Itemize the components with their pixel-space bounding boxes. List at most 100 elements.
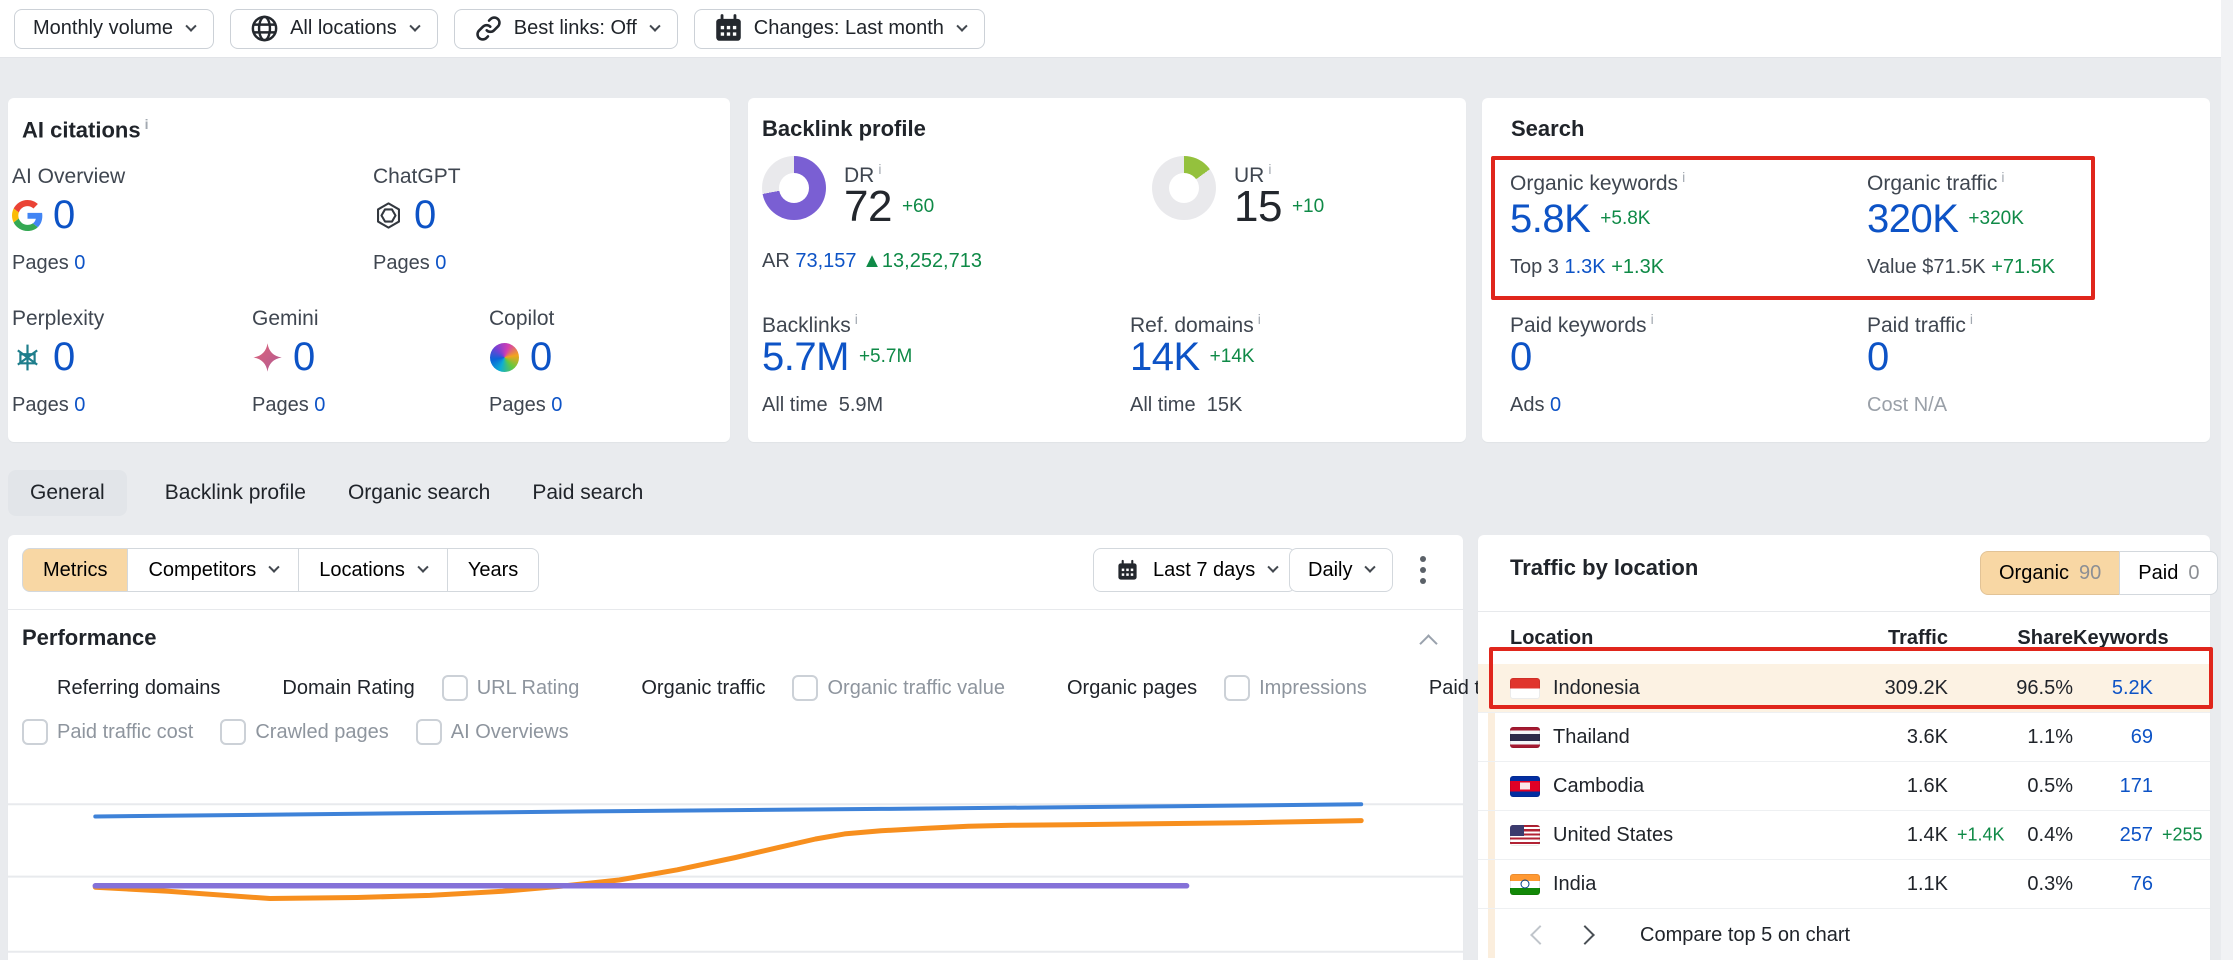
organic-keywords-value-link[interactable]: 5.8K [1510, 197, 1590, 242]
chevron-down-icon [409, 20, 420, 31]
ar-value-link[interactable]: 73,157 [795, 250, 856, 272]
kebab-menu-icon[interactable] [1406, 548, 1440, 592]
metric-crawled-pages[interactable]: Crawled pages [220, 719, 388, 745]
metric-domain-rating[interactable]: Domain Rating [247, 675, 414, 701]
table-row-india[interactable]: India 1.1K 0.3% 76 [1478, 860, 2210, 909]
paid-traffic-stat: Paid traffic 0 Cost N/A [1867, 304, 1973, 417]
compare-top5-link[interactable]: Compare top 5 on chart [1640, 924, 1850, 947]
copilot-value[interactable]: 0 [530, 335, 552, 380]
segment-metrics[interactable]: Metrics [22, 548, 128, 592]
checkbox-icon [220, 719, 246, 745]
chatgpt-value[interactable]: 0 [414, 193, 436, 238]
segment-competitors[interactable]: Competitors [127, 548, 299, 592]
scrollbar-track[interactable] [2221, 0, 2233, 960]
toggle-paid[interactable]: Paid0 [2119, 551, 2218, 595]
ai-overview-value[interactable]: 0 [53, 193, 75, 238]
changes-filter[interactable]: Changes: Last month [694, 9, 985, 49]
pages-count-link[interactable]: 0 [551, 394, 562, 416]
organic-traffic-value-link[interactable]: 320K [1867, 197, 1958, 242]
ur-delta: +10 [1292, 196, 1324, 218]
info-icon[interactable] [1651, 311, 1654, 327]
collapse-chevron-up-icon[interactable] [1419, 634, 1437, 652]
keywords-link[interactable]: 69 [2073, 726, 2153, 749]
traffic-value: 1.6K [1798, 775, 1948, 798]
metric-referring-domains[interactable]: Referring domains [22, 675, 220, 701]
info-icon[interactable] [878, 161, 881, 177]
info-icon[interactable] [1268, 161, 1271, 177]
paid-keywords-value-link[interactable]: 0 [1510, 335, 1532, 380]
pages-count-link[interactable]: 0 [314, 394, 325, 416]
locations-filter[interactable]: All locations [230, 9, 438, 49]
top3-value-link[interactable]: 1.3K [1565, 256, 1606, 278]
gemini-value[interactable]: 0 [293, 335, 315, 380]
info-icon[interactable] [1682, 169, 1685, 185]
metric-organic-traffic-value[interactable]: Organic traffic value [792, 675, 1005, 701]
dr-delta: +60 [902, 196, 934, 218]
keywords-cell: 257+255 [2073, 824, 2153, 847]
share-value: 0.5% [1948, 775, 2073, 798]
link-icon [473, 13, 504, 44]
segment-years[interactable]: Years [447, 548, 539, 592]
location-table-header: Location Traffic Share Keywords [1478, 621, 2210, 655]
traffic-value: 309.2K [1798, 677, 1948, 700]
tab-organic-search[interactable]: Organic search [344, 481, 494, 505]
pages-count-link[interactable]: 0 [74, 252, 85, 274]
ref-domains-value-link[interactable]: 14K [1130, 335, 1200, 380]
performance-line-chart[interactable] [8, 755, 1463, 960]
chart-mode-segments: Metrics Competitors Locations Years [22, 548, 539, 592]
info-icon[interactable] [1258, 311, 1261, 327]
tab-general[interactable]: General [8, 470, 127, 516]
granularity-button[interactable]: Daily [1289, 548, 1393, 592]
paid-traffic-value-link[interactable]: 0 [1867, 335, 1889, 380]
best-links-filter[interactable]: Best links: Off [454, 9, 678, 49]
keywords-link[interactable]: 257 [2120, 824, 2153, 846]
metric-url-rating[interactable]: URL Rating [442, 675, 580, 701]
keywords-link[interactable]: 5.2K [2073, 677, 2153, 700]
table-row-indonesia[interactable]: Indonesia 309.2K 96.5% 5.2K [1478, 664, 2210, 713]
perplexity-value[interactable]: 0 [53, 335, 75, 380]
ads-count-link[interactable]: 0 [1550, 394, 1561, 416]
performance-title: Performance [22, 625, 157, 651]
metric-paid-traffic-cost[interactable]: Paid traffic cost [22, 719, 193, 745]
metric-organic-pages[interactable]: Organic pages [1032, 675, 1197, 701]
backlinks-stat: Backlinks 5.7M+5.7M All time 5.9M [762, 304, 912, 417]
location-table-body: Indonesia 309.2K 96.5% 5.2K Thailand 3.6… [1478, 664, 2210, 909]
backlinks-value-link[interactable]: 5.7M [762, 335, 849, 380]
next-page-chevron-icon[interactable] [1572, 920, 1602, 950]
keywords-link[interactable]: 76 [2073, 873, 2153, 896]
traffic-by-location-card: Traffic by location Organic90 Paid0 Loca… [1478, 535, 2210, 960]
dashboard-page: Monthly volume All locations Best links:… [0, 0, 2233, 960]
date-range-button[interactable]: Last 7 days [1093, 548, 1296, 592]
prev-page-chevron-icon[interactable] [1524, 920, 1554, 950]
chevron-down-icon [1365, 562, 1376, 573]
ai-citations-title: AI citations [22, 116, 148, 143]
checkbox-icon [22, 719, 48, 745]
info-icon[interactable] [2001, 169, 2004, 185]
monthly-volume-filter[interactable]: Monthly volume [14, 9, 214, 49]
info-icon[interactable] [855, 311, 858, 327]
table-row-cambodia[interactable]: Cambodia 1.6K 0.5% 171 [1478, 762, 2210, 811]
metric-impressions[interactable]: Impressions [1224, 675, 1367, 701]
table-row-united-states[interactable]: United States 1.4K+1.4K 0.4% 257+255 [1478, 811, 2210, 860]
segment-locations[interactable]: Locations [298, 548, 448, 592]
col-traffic: Traffic [1798, 627, 1948, 650]
pages-count-link[interactable]: 0 [435, 252, 446, 274]
location-name: Indonesia [1553, 677, 1640, 700]
location-name: Thailand [1553, 726, 1630, 749]
metric-organic-traffic[interactable]: Organic traffic [606, 675, 765, 701]
tab-paid-search[interactable]: Paid search [528, 481, 647, 505]
tab-backlink-profile[interactable]: Backlink profile [161, 481, 310, 505]
keywords-link[interactable]: 171 [2073, 775, 2153, 798]
info-icon[interactable] [1970, 311, 1973, 327]
metric-ai-overviews[interactable]: AI Overviews [416, 719, 569, 745]
info-icon[interactable] [145, 116, 149, 132]
search-title: Search [1511, 116, 1584, 142]
share-value: 0.3% [1948, 873, 2073, 896]
pages-line: Pages 0 [12, 394, 104, 417]
toggle-organic[interactable]: Organic90 [1980, 551, 2120, 595]
pages-count-link[interactable]: 0 [74, 394, 85, 416]
checkbox-icon [1224, 675, 1250, 701]
table-row-thailand[interactable]: Thailand 3.6K 1.1% 69 [1478, 713, 2210, 762]
india-flag-icon [1510, 874, 1540, 895]
traffic-value: 3.6K [1798, 726, 1948, 749]
